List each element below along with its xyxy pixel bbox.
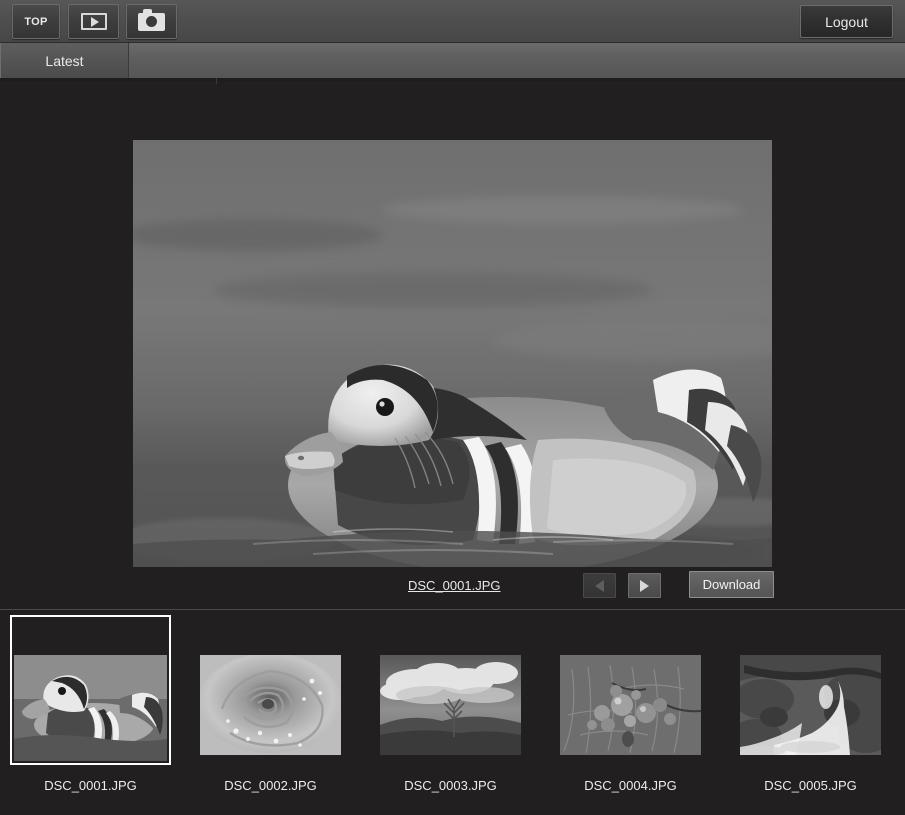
thumbnail-caption: DSC_0005.JPG bbox=[764, 778, 857, 793]
viewer-controls: DSC_0001.JPG Download bbox=[0, 571, 905, 605]
thumbnail-image bbox=[740, 655, 881, 755]
top-button[interactable]: TOP bbox=[12, 4, 60, 39]
thumbnail-image bbox=[380, 655, 521, 755]
logout-button[interactable]: Logout bbox=[800, 5, 893, 38]
triangle-left-icon bbox=[595, 579, 604, 592]
main-viewer: DSC_0001.JPG Download bbox=[0, 84, 905, 609]
list-item[interactable]: DSC_0005.JPG bbox=[730, 615, 891, 793]
thumbnail-image bbox=[560, 655, 701, 755]
photo-mode-button[interactable] bbox=[126, 4, 177, 39]
triangle-right-icon bbox=[640, 579, 649, 592]
thumbnail-caption: DSC_0003.JPG bbox=[404, 778, 497, 793]
list-item[interactable]: DSC_0004.JPG bbox=[550, 615, 711, 793]
list-item[interactable]: DSC_0002.JPG bbox=[190, 615, 351, 793]
camera-icon bbox=[138, 8, 165, 31]
thumbnail-caption: DSC_0001.JPG bbox=[44, 778, 137, 793]
thumbnail-image bbox=[14, 655, 167, 761]
current-filename-link[interactable]: DSC_0001.JPG bbox=[408, 578, 501, 593]
tab-latest[interactable]: Latest bbox=[0, 43, 129, 78]
movie-mode-button[interactable] bbox=[68, 4, 119, 39]
list-item[interactable]: DSC_0003.JPG bbox=[370, 615, 531, 793]
thumbnail-image bbox=[200, 655, 341, 755]
previous-image-button[interactable] bbox=[583, 573, 616, 598]
thumbnail-strip: DSC_0001.JPG DSC_0002.JPG DSC_0003.JPG D… bbox=[0, 610, 905, 815]
next-image-button[interactable] bbox=[628, 573, 661, 598]
top-bar: TOP Logout bbox=[0, 0, 905, 43]
list-item[interactable]: DSC_0001.JPG bbox=[10, 615, 171, 793]
download-button[interactable]: Download bbox=[689, 571, 774, 598]
thumbnail-caption: DSC_0002.JPG bbox=[224, 778, 317, 793]
main-photo[interactable] bbox=[133, 140, 772, 567]
browse-toolbar: Latest /1 16 bbox=[0, 43, 905, 288]
movie-frame-icon bbox=[80, 13, 107, 30]
thumbnail-caption: DSC_0004.JPG bbox=[584, 778, 677, 793]
